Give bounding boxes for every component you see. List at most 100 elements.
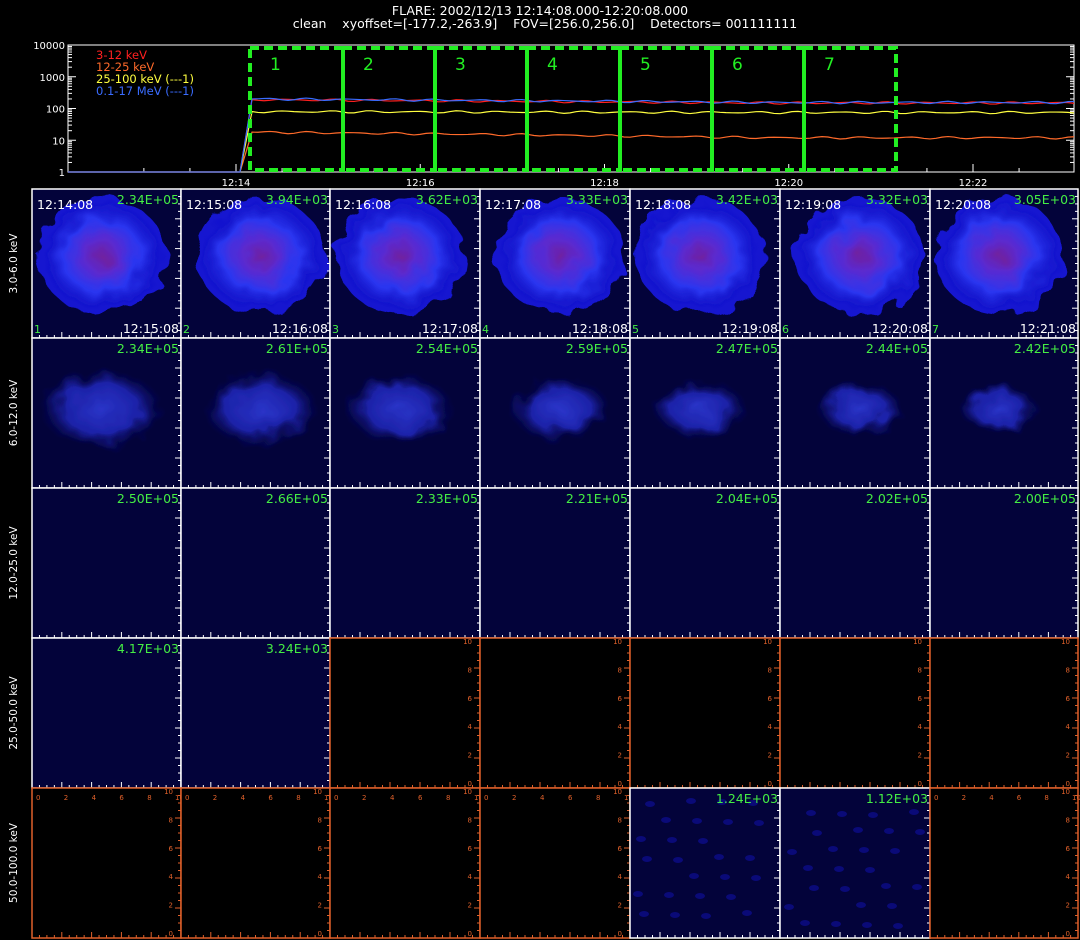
max-value-label: 2.50E+05 <box>117 491 179 506</box>
cell-tick-label: 10 <box>913 638 922 646</box>
image-cell: 2.21E+05 <box>479 487 631 639</box>
interval-box-7 <box>802 46 898 172</box>
cell-tick-label: 4 <box>989 794 994 802</box>
max-value-label: 2.21E+05 <box>566 491 628 506</box>
cell-tick-label: 8 <box>169 816 173 824</box>
source-blob <box>652 378 748 440</box>
noise-patch <box>806 810 816 816</box>
cell-tick-label: 4 <box>768 723 773 731</box>
interval-box-4 <box>525 46 622 172</box>
interval-box-1 <box>248 46 345 172</box>
row-band-label: 6.0-12.0 keV <box>8 379 20 446</box>
cell-tick-label: 10 <box>1061 788 1070 796</box>
cell-tick-label: 0 <box>334 794 338 802</box>
interval-box-5 <box>618 46 714 172</box>
cell-background <box>32 788 181 938</box>
cell-background <box>930 638 1078 788</box>
noise-patch <box>862 922 872 928</box>
noise-patch <box>837 811 847 817</box>
noise-patch <box>840 886 850 892</box>
max-value-label: 2.33E+05 <box>416 491 478 506</box>
end-time-label: 12:19:08 <box>722 321 778 336</box>
noise-patch <box>636 836 646 842</box>
cell-tick-label: 6 <box>119 794 124 802</box>
cell-tick-label: 0 <box>1066 780 1070 788</box>
noise-patch <box>828 846 838 852</box>
cell-tick-label: 0 <box>1066 930 1070 938</box>
cell-tick-label: 2 <box>1066 752 1070 760</box>
max-value-label: 2.61E+05 <box>266 341 328 356</box>
max-value-label: 1.12E+03 <box>866 791 928 806</box>
cell-tick-label: 2 <box>169 902 173 910</box>
image-cell: 0 2 4 6 8 10 <box>779 637 931 789</box>
max-value-label: 2.00E+05 <box>1014 491 1076 506</box>
cell-tick-label: 8 <box>468 666 472 674</box>
max-value-label: 2.02E+05 <box>866 491 928 506</box>
cell-tick-label: 2 <box>362 794 366 802</box>
lightcurve-panel: 1 10 100 1000 10000 12:14 12:16 12:18 12:20 12:22… <box>33 41 1075 189</box>
x-tick-label: 12:18 <box>590 178 619 189</box>
interval-label-7: 7 <box>824 55 835 75</box>
plot-frame <box>67 44 1075 173</box>
image-cell: 4.17E+03 <box>31 637 182 789</box>
cell-tick-label: 6 <box>618 695 623 703</box>
interval-index-label: 5 <box>632 323 639 336</box>
cell-tick-label: 0 <box>169 930 173 938</box>
start-time-label: 12:15:08 <box>186 197 242 212</box>
image-cell: 2.50E+05 <box>31 487 182 639</box>
cell-tick-label: 4 <box>918 723 923 731</box>
end-time-label: 12:17:08 <box>422 321 478 336</box>
noise-patch <box>868 812 878 818</box>
cell-tick-label: 4 <box>468 723 473 731</box>
start-time-label: 12:14:08 <box>37 197 93 212</box>
cell-tick-label: 10 <box>463 638 472 646</box>
cell-tick-label: 2 <box>768 752 772 760</box>
noise-patch <box>745 855 755 861</box>
noise-patch <box>856 902 866 908</box>
y-tick-label: 10 <box>52 136 65 147</box>
source-blob <box>202 371 319 447</box>
cell-tick-label: 6 <box>1017 794 1022 802</box>
noise-patch <box>912 884 922 890</box>
cell-tick-label: 8 <box>468 816 472 824</box>
source-core <box>939 201 1059 310</box>
end-time-label: 12:15:08 <box>123 321 179 336</box>
cell-tick-label: 2 <box>213 794 217 802</box>
cell-tick-label: 4 <box>169 873 174 881</box>
max-value-label: 3.33E+03 <box>566 192 628 207</box>
cell-tick-label: 10 <box>763 638 772 646</box>
image-cell: 3.94E+03 12:15:08 12:16:08 2 <box>180 188 331 339</box>
cell-tick-label: 2 <box>918 752 922 760</box>
noise-patch <box>720 874 730 880</box>
y-tick-label: 1 <box>59 168 65 179</box>
cell-tick-label: 8 <box>1044 794 1048 802</box>
interval-box-6 <box>710 46 806 172</box>
cell-background <box>480 488 630 638</box>
source-core <box>500 201 620 310</box>
image-cell: 3.33E+03 12:17:08 12:18:08 4 <box>479 188 631 339</box>
cell-tick-label: 4 <box>618 873 623 881</box>
max-value-label: 2.34E+05 <box>117 192 179 207</box>
cell-tick-label: 6 <box>268 794 273 802</box>
cell-tick-label: 6 <box>568 794 573 802</box>
noise-patch <box>670 912 680 918</box>
cell-background <box>181 488 330 638</box>
cell-tick-label: 0 <box>934 794 938 802</box>
image-cell: 1.24E+03 <box>629 787 781 939</box>
x-tick-label: 12:20 <box>774 178 803 189</box>
image-cell: 3.32E+03 12:19:08 12:20:08 6 <box>779 188 931 339</box>
max-value-label: 2.34E+05 <box>117 341 179 356</box>
cell-tick-label: 6 <box>768 695 773 703</box>
max-value-label: 3.42E+03 <box>716 192 778 207</box>
legend-entry-3: 0.1-17 MeV (---1) <box>96 84 194 98</box>
max-value-label: 2.04E+05 <box>716 491 778 506</box>
image-cell: 2.42E+05 <box>929 337 1079 489</box>
cell-tick-label: 6 <box>618 845 623 853</box>
noise-patch <box>673 857 683 863</box>
y-tick-label: 100 <box>46 105 65 116</box>
cell-background <box>780 788 930 938</box>
cell-tick-label: 2 <box>64 794 68 802</box>
noise-patch <box>686 798 696 804</box>
series-line-2 <box>68 110 1075 173</box>
cell-tick-label: 2 <box>618 752 622 760</box>
